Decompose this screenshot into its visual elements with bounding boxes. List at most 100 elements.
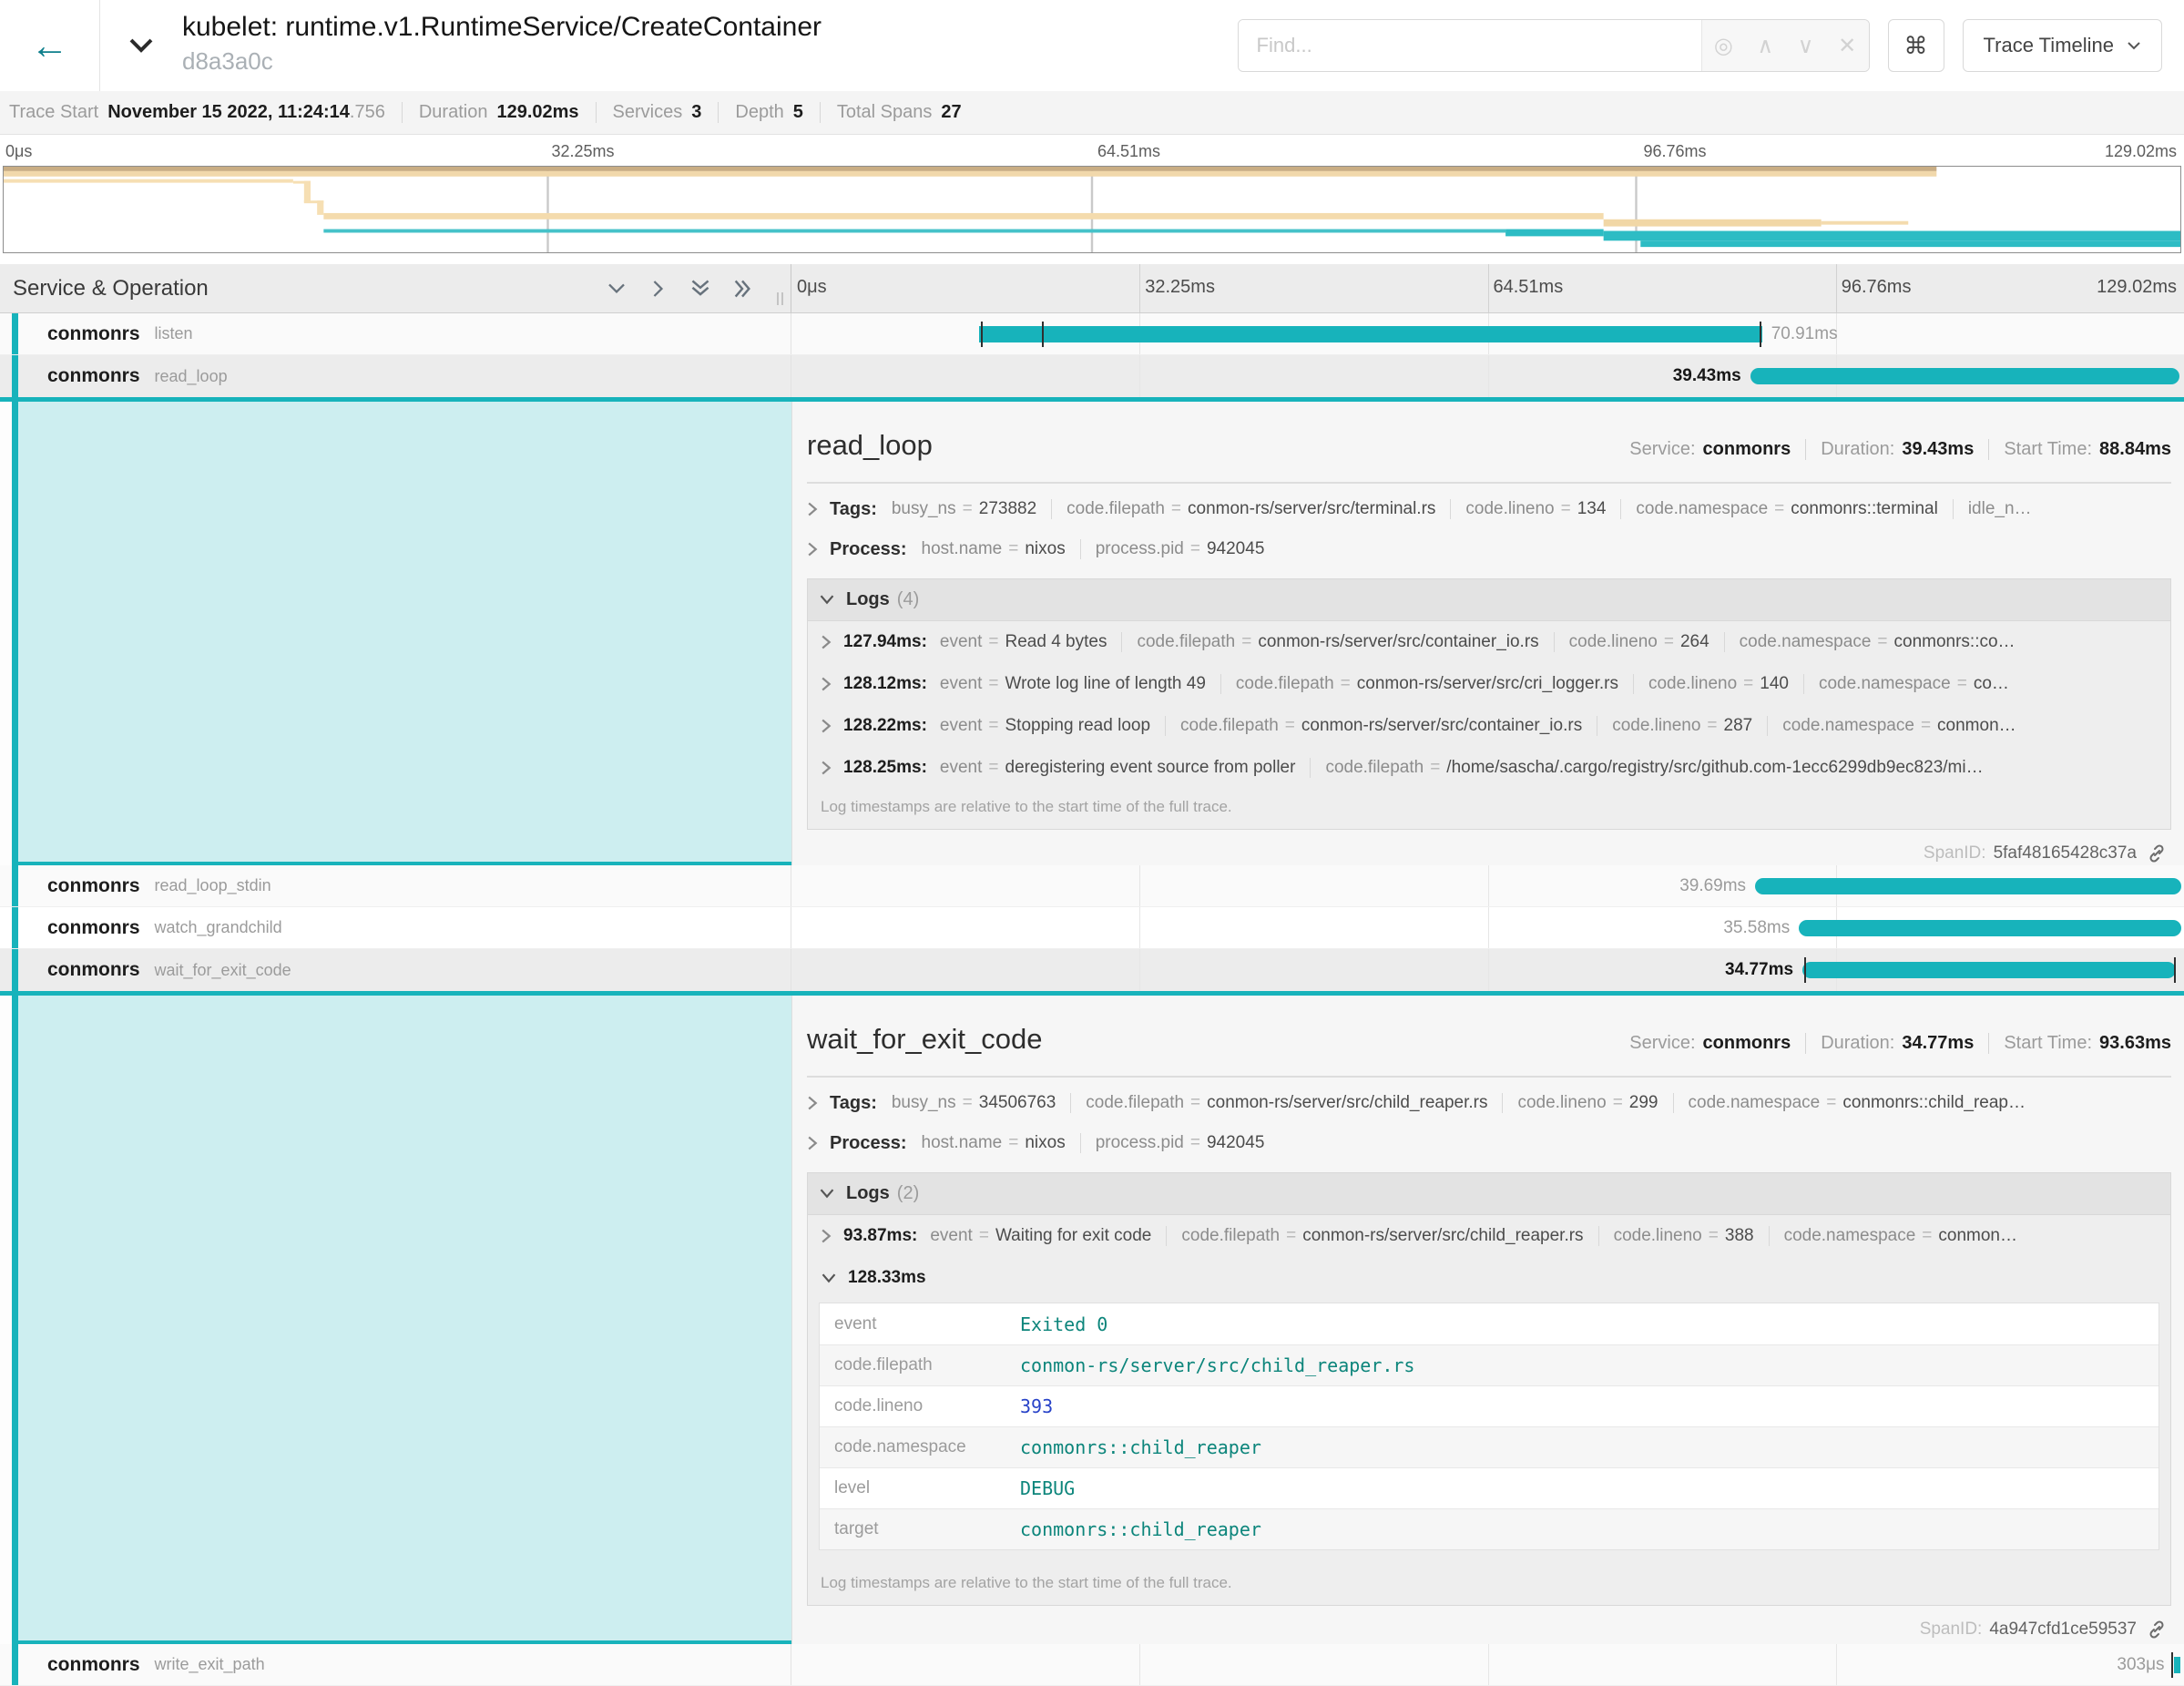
log-field-row: code.filepathconmon-rs/server/src/child_… bbox=[820, 1344, 2158, 1385]
detail-meta-item: Service:conmonrs bbox=[1629, 1033, 1791, 1054]
tags-row[interactable]: Tags:busy_ns=34506763code.filepath=conmo… bbox=[807, 1083, 2171, 1123]
logs-header[interactable]: Logs(4) bbox=[808, 579, 2170, 621]
kv-field: code.namespace=conmon… bbox=[1767, 716, 2016, 736]
process-row[interactable]: Process:host.name=nixosprocess.pid=94204… bbox=[807, 1123, 2171, 1163]
chevron-down-icon bbox=[2127, 41, 2141, 51]
span-duration-bar[interactable] bbox=[2174, 1657, 2181, 1673]
minimap-span-segment bbox=[4, 179, 293, 183]
timeline-tick-label: 32.25ms bbox=[1145, 277, 1215, 298]
log-field-value: Exited 0 bbox=[1020, 1313, 1107, 1335]
span-row-watch_grandchild[interactable]: conmonrswatch_grandchild35.58ms bbox=[0, 907, 2184, 949]
span-row-read_loop[interactable]: conmonrsread_loop39.43ms bbox=[0, 355, 2184, 402]
top-bar-actions: ◎ ∧ ∨ ✕ ⌘ Trace Timeline bbox=[1238, 0, 2184, 91]
detail-meta: Service:conmonrsDuration:34.77msStart Ti… bbox=[1629, 1033, 2171, 1054]
detail-meta-label: Duration: bbox=[1821, 1033, 1894, 1054]
spanid-label: SpanID: bbox=[1924, 843, 1986, 863]
span-duration-bar[interactable] bbox=[1755, 878, 2181, 894]
chevron-down-icon bbox=[128, 36, 155, 55]
span-name-cell[interactable]: conmonrsread_loop bbox=[0, 355, 791, 397]
field-key: busy_ns bbox=[892, 499, 956, 519]
match-target-icon[interactable]: ◎ bbox=[1714, 33, 1733, 59]
copy-link-icon[interactable] bbox=[2146, 1619, 2168, 1640]
detail-meta-label: Service: bbox=[1629, 1033, 1695, 1054]
detail-span-title: read_loop bbox=[807, 429, 933, 462]
field-value: conmon-rs/server/src/terminal.rs bbox=[1188, 499, 1435, 519]
log-entry[interactable]: 128.25ms:event=deregistering event sourc… bbox=[808, 747, 2170, 789]
minimap-span-segment bbox=[1505, 230, 1604, 237]
log-field-key: target bbox=[820, 1519, 1020, 1539]
span-duration-bar[interactable] bbox=[1750, 368, 2179, 384]
field-equals: = bbox=[988, 758, 998, 778]
find-input[interactable] bbox=[1239, 20, 1701, 71]
span-name-cell[interactable]: conmonrswatch_grandchild bbox=[0, 907, 791, 948]
process-row[interactable]: Process:host.name=nixosprocess.pid=94204… bbox=[807, 529, 2171, 569]
service-color-bar bbox=[12, 996, 18, 1640]
clear-find-icon[interactable]: ✕ bbox=[1838, 33, 1856, 59]
keyboard-shortcuts-button[interactable]: ⌘ bbox=[1888, 19, 1944, 72]
minimap-graph[interactable] bbox=[3, 166, 2181, 253]
copy-link-icon[interactable] bbox=[2146, 843, 2168, 864]
logs-count: (4) bbox=[897, 589, 919, 610]
kv-field: busy_ns=34506763 bbox=[892, 1093, 1056, 1113]
depth-label: Depth bbox=[735, 102, 783, 123]
service-color-bar bbox=[12, 402, 18, 862]
span-row-read_loop_stdin[interactable]: conmonrsread_loop_stdin39.69ms bbox=[0, 865, 2184, 907]
logs-header[interactable]: Logs(2) bbox=[808, 1173, 2170, 1215]
span-timeline-cell[interactable]: 39.69ms bbox=[791, 865, 2184, 906]
collapse-one-icon[interactable] bbox=[605, 277, 628, 301]
detail-meta-item: Start Time:88.84ms bbox=[1988, 439, 2171, 460]
timeline-gridline bbox=[1488, 949, 1489, 991]
service-name: conmonrs bbox=[47, 1654, 140, 1676]
column-resizer-grip[interactable] bbox=[777, 292, 783, 305]
field-equals: = bbox=[988, 674, 998, 694]
service-name: conmonrs bbox=[47, 365, 140, 387]
minimap-tick-labels: 0μs32.25ms64.51ms96.76ms129.02ms bbox=[0, 135, 2184, 166]
tags-row[interactable]: Tags:busy_ns=273882code.filepath=conmon-… bbox=[807, 489, 2171, 529]
kv-field: code.filepath=conmon-rs/server/src/conta… bbox=[1165, 716, 1582, 736]
next-match-icon[interactable]: ∨ bbox=[1798, 33, 1814, 59]
span-name-cell[interactable]: conmonrsread_loop_stdin bbox=[0, 865, 791, 906]
log-entry[interactable]: 128.22ms:event=Stopping read loopcode.fi… bbox=[808, 705, 2170, 747]
kv-field: code.lineno=140 bbox=[1633, 674, 1789, 694]
kv-field: code.lineno=264 bbox=[1554, 632, 1709, 652]
span-duration-bar[interactable] bbox=[979, 326, 1761, 342]
log-entry[interactable]: 127.94ms:event=Read 4 bytescode.filepath… bbox=[808, 621, 2170, 663]
span-name-cell[interactable]: conmonrslisten bbox=[0, 313, 791, 354]
trace-view-selector[interactable]: Trace Timeline bbox=[1963, 19, 2162, 72]
field-value: 299 bbox=[1629, 1093, 1658, 1113]
log-entry[interactable]: 128.12ms:event=Wrote log line of length … bbox=[808, 663, 2170, 705]
span-duration-bar[interactable] bbox=[1802, 962, 2176, 978]
expand-one-icon[interactable] bbox=[647, 277, 670, 301]
timeline-gridline bbox=[1836, 1644, 1837, 1685]
prev-match-icon[interactable]: ∧ bbox=[1758, 33, 1774, 59]
span-name-cell[interactable]: conmonrswait_for_exit_code bbox=[0, 949, 791, 991]
expand-all-icon[interactable] bbox=[730, 277, 754, 301]
field-value: 34506763 bbox=[979, 1093, 1056, 1113]
field-key: host.name bbox=[922, 539, 1003, 559]
field-key: code.namespace bbox=[1689, 1093, 1821, 1113]
span-timeline-cell[interactable]: 70.91ms bbox=[791, 313, 2184, 354]
service-color-bar bbox=[12, 1644, 18, 1685]
minimap-span-segment bbox=[1640, 240, 2180, 247]
field-value: 942045 bbox=[1207, 539, 1264, 559]
span-name-cell[interactable]: conmonrswrite_exit_path bbox=[0, 1644, 791, 1685]
span-row-wait_for_exit_code[interactable]: conmonrswait_for_exit_code34.77ms bbox=[0, 949, 2184, 996]
span-timeline-cell[interactable]: 35.58ms bbox=[791, 907, 2184, 948]
minimap-tick-label: 0μs bbox=[5, 142, 32, 161]
span-timeline-cell[interactable]: 34.77ms bbox=[791, 949, 2184, 991]
span-duration-bar[interactable] bbox=[1799, 920, 2181, 936]
kv-field: event=Stopping read loop bbox=[940, 716, 1150, 736]
field-value: deregistering event source from poller bbox=[1005, 758, 1296, 778]
log-entry[interactable]: 93.87ms:event=Waiting for exit codecode.… bbox=[808, 1215, 2170, 1257]
log-entry[interactable]: 128.33ms bbox=[808, 1257, 2170, 1299]
span-timeline-cell[interactable]: 39.43ms bbox=[791, 355, 2184, 397]
collapse-trace-header-button[interactable] bbox=[100, 0, 182, 91]
field-key: event bbox=[940, 632, 982, 652]
span-row-listen[interactable]: conmonrslisten70.91ms bbox=[0, 313, 2184, 355]
view-selector-label: Trace Timeline bbox=[1984, 34, 2114, 57]
span-row-write_exit_path[interactable]: conmonrswrite_exit_path303μs bbox=[0, 1644, 2184, 1686]
kv-field: event=Read 4 bytes bbox=[940, 632, 1107, 652]
span-timeline-cell[interactable]: 303μs bbox=[791, 1644, 2184, 1685]
collapse-all-icon[interactable] bbox=[689, 277, 712, 301]
back-button[interactable]: ← bbox=[0, 0, 100, 91]
